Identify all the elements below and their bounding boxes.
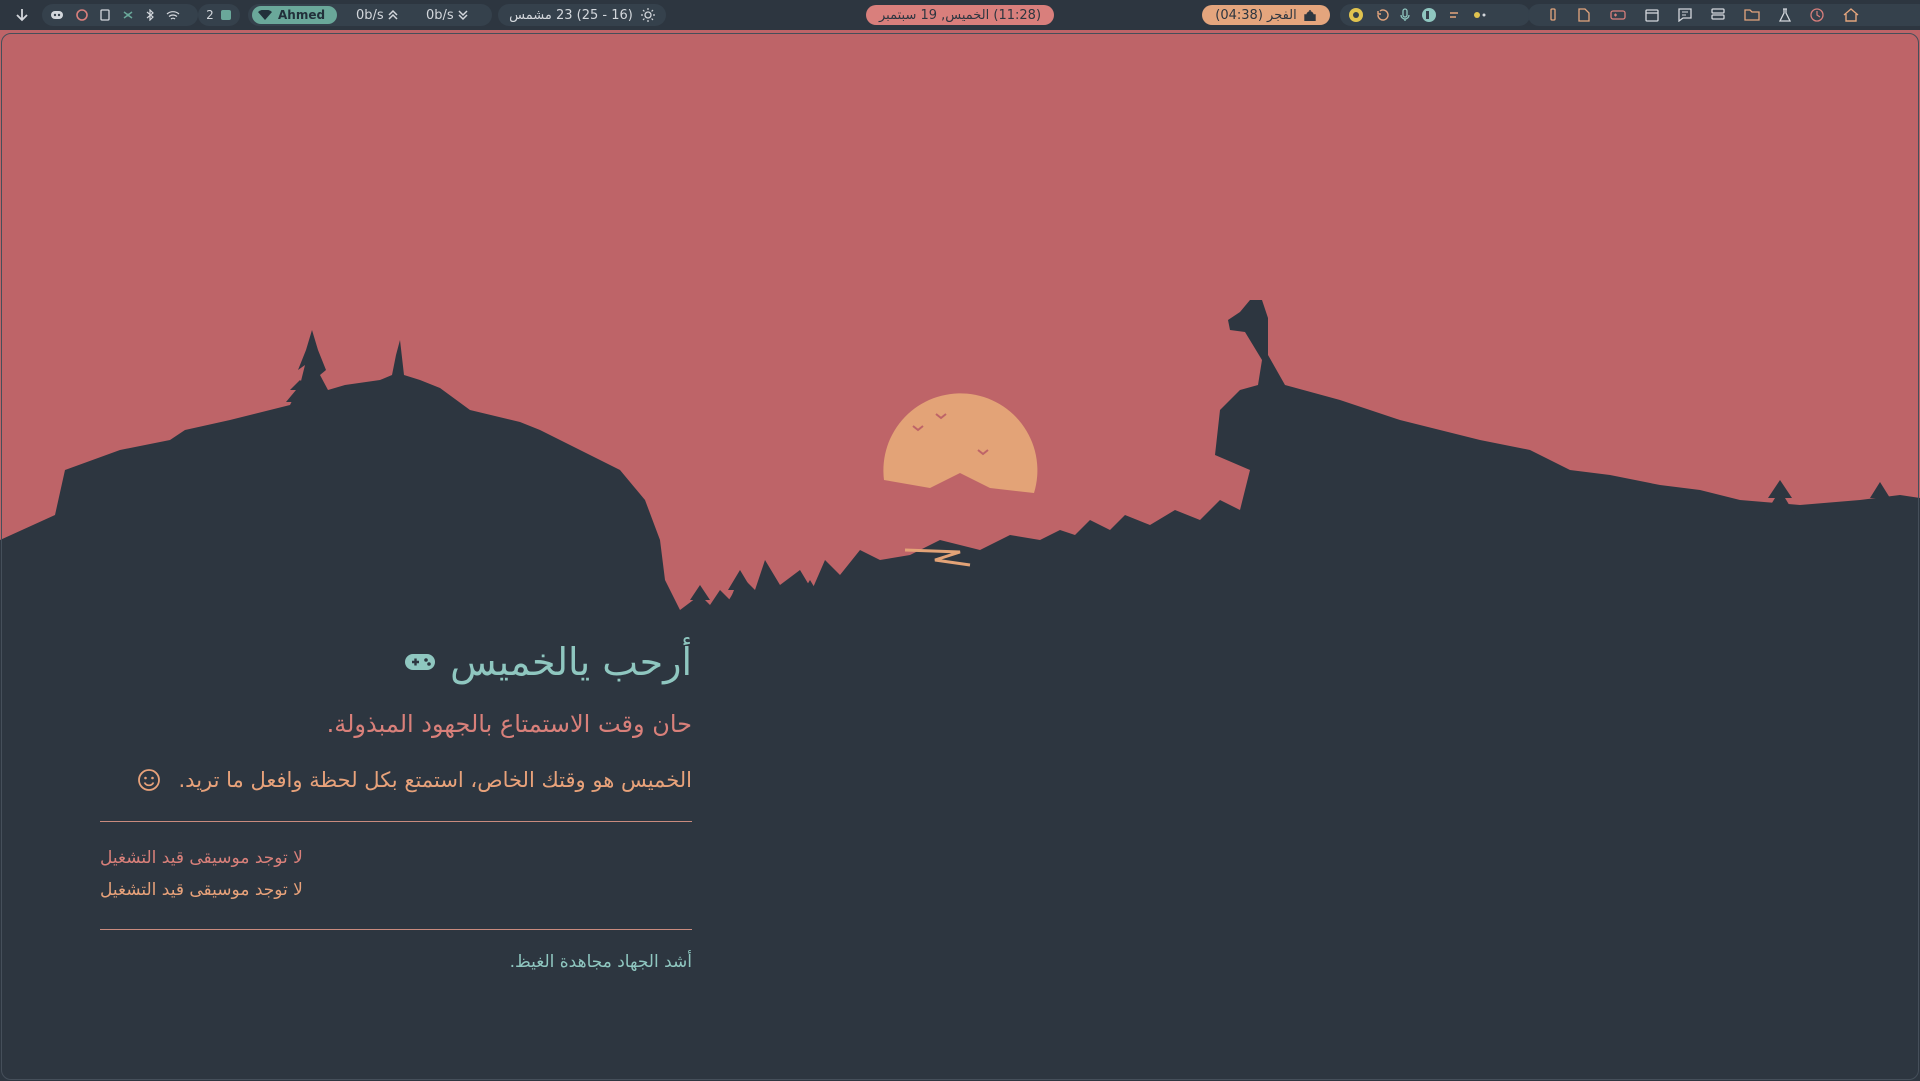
greeting-message: الخميس هو وقتك الخاص، استمتع بكل لحظة وا… (178, 768, 693, 792)
greeting-title-text: أرحب يالخميس (450, 640, 692, 684)
home-icon[interactable] (1843, 8, 1859, 22)
network-pill[interactable]: Ahmed (252, 6, 338, 24)
app-launcher (1528, 4, 1920, 26)
music-status-2: لا توجد موسيقى قيد التشغيل (100, 880, 303, 900)
smiley-icon (137, 768, 161, 792)
clock-icon[interactable] (1810, 8, 1824, 22)
skip-icon[interactable] (1448, 9, 1462, 21)
mosque-icon (1303, 9, 1317, 21)
browser-icon[interactable] (76, 9, 88, 21)
weather-segment[interactable]: (16 - 25) 23 مشمس (498, 4, 666, 26)
wifi-signal-icon (258, 9, 272, 21)
top-bar: 2 Ahmed 0b/s 0b/s (16 - 25) 23 مشمس (11:… (0, 0, 1920, 31)
chat-icon[interactable] (1678, 8, 1692, 22)
app-icon[interactable] (100, 9, 110, 21)
prayer-time-pill[interactable]: الفجر (04:38) (1202, 5, 1330, 25)
wallpaper-landscape (0, 30, 1920, 1081)
prayer-time-text: الفجر (04:38) (1215, 7, 1297, 23)
weather-text: (16 - 25) 23 مشمس (509, 7, 633, 23)
flask-icon[interactable] (1779, 8, 1791, 22)
datetime-pill[interactable]: (11:28) الخميس, 19 سبتمبر (866, 5, 1054, 25)
music-status-1: لا توجد موسيقى قيد التشغيل (100, 848, 303, 868)
database-icon[interactable] (1711, 8, 1725, 22)
workspace-count: 2 (206, 8, 214, 22)
workspace-indicator[interactable]: 2 (198, 4, 240, 26)
download-chevron-icon (458, 9, 468, 21)
media-controls (1340, 4, 1530, 26)
rewind-icon[interactable] (1375, 9, 1389, 21)
datetime-text: (11:28) الخميس, 19 سبتمبر (878, 7, 1042, 23)
network-name: Ahmed (278, 8, 326, 22)
network-segment: Ahmed 0b/s 0b/s (248, 4, 492, 26)
network-tray-icon[interactable] (122, 9, 134, 21)
upload-chevron-icon (388, 9, 398, 21)
gamepad-icon[interactable] (1610, 9, 1626, 21)
upload-speed: 0b/s (356, 8, 398, 23)
divider-bottom (100, 929, 692, 930)
wifi-icon[interactable] (166, 10, 180, 21)
gamepad-icon (404, 651, 436, 673)
upload-speed-value: 0b/s (356, 7, 384, 23)
pen-icon[interactable] (1548, 8, 1558, 22)
record-icon[interactable] (1348, 7, 1364, 23)
bluetooth-icon[interactable] (146, 9, 154, 21)
download-speed: 0b/s (426, 8, 468, 23)
workspace-icon (220, 9, 232, 21)
files-icon[interactable] (1577, 8, 1591, 22)
sun-icon (640, 8, 655, 22)
greeting-message-row: الخميس هو وقتك الخاص، استمتع بكل لحظة وا… (137, 768, 693, 792)
divider-top (100, 821, 692, 822)
greeting-subtitle: حان وقت الاستمتاع بالجهود المبذولة. (326, 710, 692, 738)
folder-icon[interactable] (1744, 9, 1760, 21)
mic-icon[interactable] (1400, 8, 1410, 22)
calendar-icon[interactable] (1645, 8, 1659, 22)
quote-text: أشد الجهاد مجاهدة الغيظ. (509, 952, 692, 972)
system-tray (42, 4, 198, 26)
download-speed-value: 0b/s (426, 7, 454, 23)
status-dot-icon[interactable] (1473, 9, 1487, 21)
play-circle-icon[interactable] (1421, 7, 1437, 23)
download-arrow-icon[interactable] (14, 7, 30, 23)
discord-icon[interactable] (50, 9, 64, 21)
greeting-title: أرحب يالخميس (404, 640, 692, 684)
